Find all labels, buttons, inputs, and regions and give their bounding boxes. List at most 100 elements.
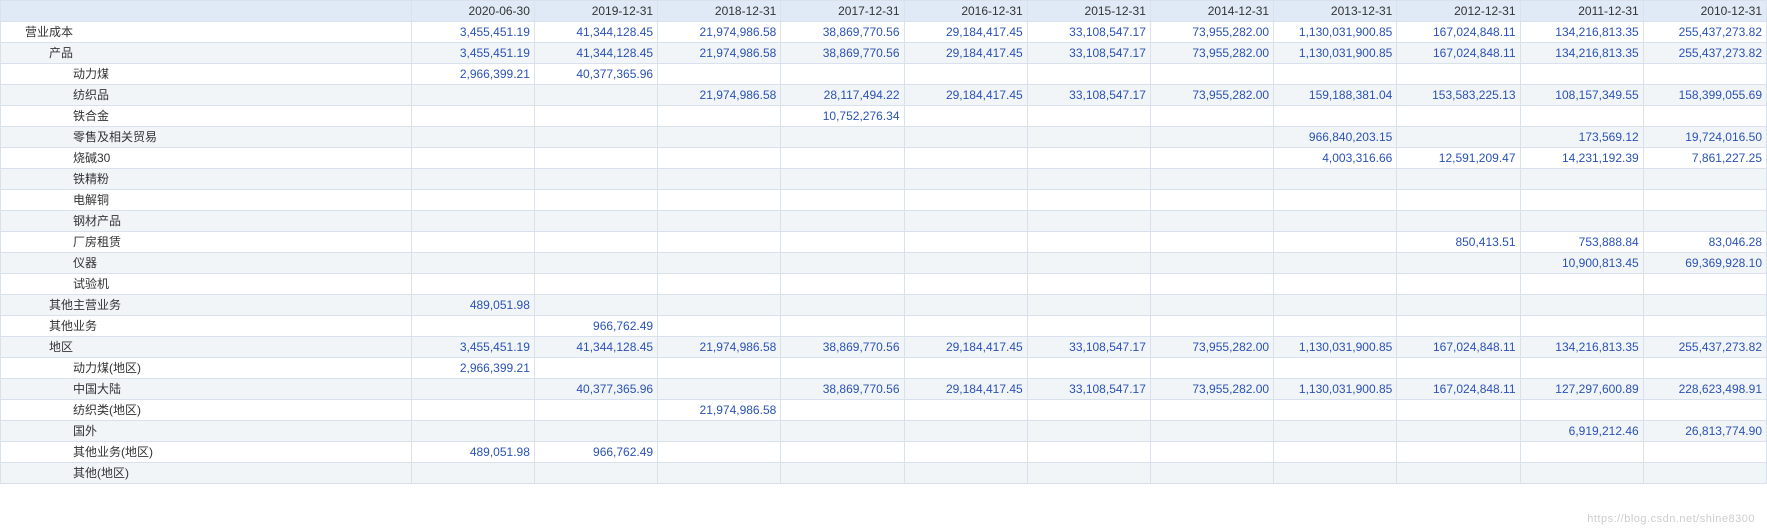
- data-cell[interactable]: 38,869,770.56: [781, 337, 904, 358]
- data-cell[interactable]: [781, 442, 904, 463]
- data-cell[interactable]: [904, 358, 1027, 379]
- data-cell[interactable]: [411, 379, 534, 400]
- data-cell[interactable]: [411, 316, 534, 337]
- data-cell[interactable]: 33,108,547.17: [1027, 337, 1150, 358]
- data-cell[interactable]: [1274, 463, 1397, 484]
- row-label[interactable]: 纺织品: [1, 85, 412, 106]
- data-cell[interactable]: 33,108,547.17: [1027, 22, 1150, 43]
- data-cell[interactable]: 167,024,848.11: [1397, 43, 1520, 64]
- data-cell[interactable]: [904, 463, 1027, 484]
- data-cell[interactable]: 255,437,273.82: [1643, 43, 1766, 64]
- data-cell[interactable]: [1274, 232, 1397, 253]
- data-cell[interactable]: 1,130,031,900.85: [1274, 43, 1397, 64]
- data-cell[interactable]: [534, 274, 657, 295]
- row-label[interactable]: 仪器: [1, 253, 412, 274]
- data-cell[interactable]: 173,569.12: [1520, 127, 1643, 148]
- data-cell[interactable]: [1397, 64, 1520, 85]
- data-cell[interactable]: [411, 211, 534, 232]
- data-cell[interactable]: [534, 421, 657, 442]
- data-cell[interactable]: [534, 211, 657, 232]
- data-cell[interactable]: [1274, 421, 1397, 442]
- row-label[interactable]: 试验机: [1, 274, 412, 295]
- data-cell[interactable]: [904, 211, 1027, 232]
- data-cell[interactable]: [1027, 316, 1150, 337]
- data-cell[interactable]: [1520, 169, 1643, 190]
- data-cell[interactable]: 73,955,282.00: [1150, 379, 1273, 400]
- data-cell[interactable]: 159,188,381.04: [1274, 85, 1397, 106]
- data-cell[interactable]: [1520, 106, 1643, 127]
- data-cell[interactable]: 966,762.49: [534, 316, 657, 337]
- row-label[interactable]: 其他业务(地区): [1, 442, 412, 463]
- data-cell[interactable]: 38,869,770.56: [781, 43, 904, 64]
- data-cell[interactable]: 40,377,365.96: [534, 379, 657, 400]
- data-cell[interactable]: 41,344,128.45: [534, 22, 657, 43]
- header-date-cell[interactable]: 2019-12-31: [534, 1, 657, 22]
- data-cell[interactable]: 850,413.51: [1397, 232, 1520, 253]
- header-date-cell[interactable]: 2010-12-31: [1643, 1, 1766, 22]
- data-cell[interactable]: [534, 148, 657, 169]
- data-cell[interactable]: [534, 190, 657, 211]
- row-label[interactable]: 钢材产品: [1, 211, 412, 232]
- data-cell[interactable]: [411, 85, 534, 106]
- data-cell[interactable]: [1027, 211, 1150, 232]
- data-cell[interactable]: [1520, 64, 1643, 85]
- data-cell[interactable]: [1397, 421, 1520, 442]
- data-cell[interactable]: 73,955,282.00: [1150, 337, 1273, 358]
- data-cell[interactable]: 73,955,282.00: [1150, 85, 1273, 106]
- row-label[interactable]: 铁合金: [1, 106, 412, 127]
- data-cell[interactable]: [658, 148, 781, 169]
- row-label[interactable]: 铁精粉: [1, 169, 412, 190]
- data-cell[interactable]: 40,377,365.96: [534, 64, 657, 85]
- data-cell[interactable]: [1274, 190, 1397, 211]
- data-cell[interactable]: [534, 400, 657, 421]
- data-cell[interactable]: [534, 127, 657, 148]
- data-cell[interactable]: [411, 169, 534, 190]
- data-cell[interactable]: [534, 85, 657, 106]
- data-cell[interactable]: [411, 232, 534, 253]
- data-cell[interactable]: [1397, 127, 1520, 148]
- data-cell[interactable]: [1150, 463, 1273, 484]
- data-cell[interactable]: [904, 400, 1027, 421]
- data-cell[interactable]: [904, 106, 1027, 127]
- data-cell[interactable]: [781, 295, 904, 316]
- data-cell[interactable]: [781, 358, 904, 379]
- data-cell[interactable]: 21,974,986.58: [658, 85, 781, 106]
- data-cell[interactable]: 3,455,451.19: [411, 43, 534, 64]
- data-cell[interactable]: [1643, 211, 1766, 232]
- data-cell[interactable]: [1397, 169, 1520, 190]
- data-cell[interactable]: [1274, 316, 1397, 337]
- data-cell[interactable]: [1274, 253, 1397, 274]
- data-cell[interactable]: [1397, 442, 1520, 463]
- data-cell[interactable]: [411, 253, 534, 274]
- data-cell[interactable]: 26,813,774.90: [1643, 421, 1766, 442]
- data-cell[interactable]: [658, 253, 781, 274]
- header-date-cell[interactable]: 2012-12-31: [1397, 1, 1520, 22]
- data-cell[interactable]: 41,344,128.45: [534, 43, 657, 64]
- row-label[interactable]: 地区: [1, 337, 412, 358]
- data-cell[interactable]: [904, 442, 1027, 463]
- data-cell[interactable]: 108,157,349.55: [1520, 85, 1643, 106]
- data-cell[interactable]: [1397, 358, 1520, 379]
- data-cell[interactable]: [1643, 400, 1766, 421]
- data-cell[interactable]: [781, 169, 904, 190]
- data-cell[interactable]: [1150, 274, 1273, 295]
- data-cell[interactable]: [1027, 274, 1150, 295]
- row-label[interactable]: 电解铜: [1, 190, 412, 211]
- data-cell[interactable]: 134,216,813.35: [1520, 22, 1643, 43]
- data-cell[interactable]: [1027, 253, 1150, 274]
- data-cell[interactable]: [1150, 316, 1273, 337]
- data-cell[interactable]: 4,003,316.66: [1274, 148, 1397, 169]
- data-cell[interactable]: [781, 232, 904, 253]
- data-cell[interactable]: [411, 274, 534, 295]
- data-cell[interactable]: [1643, 64, 1766, 85]
- data-cell[interactable]: [781, 127, 904, 148]
- data-cell[interactable]: [1520, 358, 1643, 379]
- data-cell[interactable]: 127,297,600.89: [1520, 379, 1643, 400]
- data-cell[interactable]: [1150, 232, 1273, 253]
- data-cell[interactable]: 29,184,417.45: [904, 43, 1027, 64]
- data-cell[interactable]: [1150, 64, 1273, 85]
- data-cell[interactable]: 10,900,813.45: [1520, 253, 1643, 274]
- data-cell[interactable]: [1027, 463, 1150, 484]
- data-cell[interactable]: [534, 106, 657, 127]
- data-cell[interactable]: [658, 274, 781, 295]
